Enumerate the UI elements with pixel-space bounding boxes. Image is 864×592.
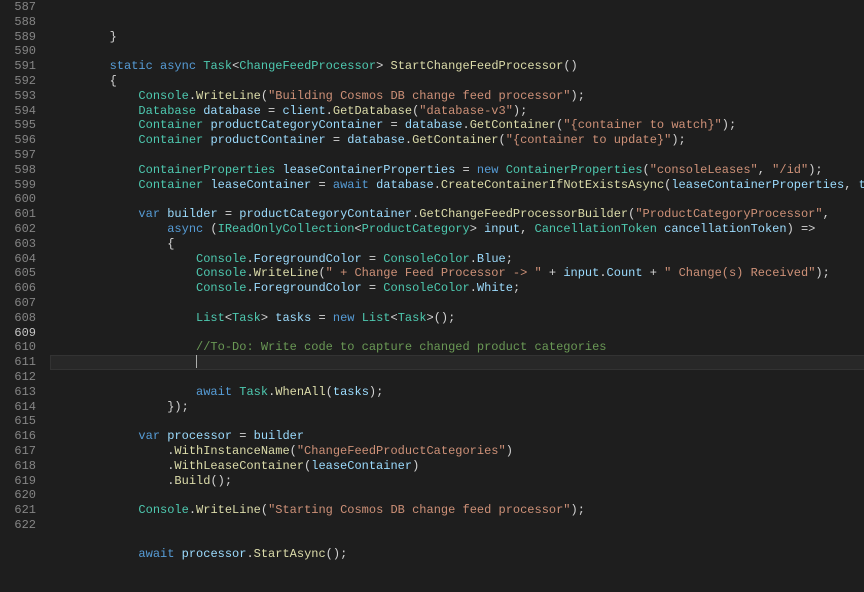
line-number: 613 [8, 385, 36, 400]
code-area[interactable]: } static async Task<ChangeFeedProcessor>… [50, 0, 864, 538]
code-line[interactable]: .WithLeaseContainer(leaseContainer) [50, 459, 864, 474]
code-line[interactable]: { [50, 74, 864, 89]
line-number: 621 [8, 503, 36, 518]
line-number: 602 [8, 222, 36, 237]
line-number: 614 [8, 400, 36, 415]
code-line[interactable]: Console.ForegroundColor = ConsoleColor.B… [50, 252, 864, 267]
line-number: 596 [8, 133, 36, 148]
code-line[interactable]: var processor = builder [50, 429, 864, 444]
code-line[interactable] [50, 533, 864, 548]
code-line[interactable] [50, 355, 864, 370]
line-number: 592 [8, 74, 36, 89]
code-line[interactable]: } [50, 30, 864, 45]
code-line[interactable]: Console.WriteLine(" + Change Feed Proces… [50, 266, 864, 281]
code-line[interactable]: .WithInstanceName("ChangeFeedProductCate… [50, 444, 864, 459]
line-number: 610 [8, 340, 36, 355]
code-line[interactable]: Container productContainer = database.Ge… [50, 133, 864, 148]
line-number: 597 [8, 148, 36, 163]
line-number: 598 [8, 163, 36, 178]
line-number: 605 [8, 266, 36, 281]
code-line[interactable] [50, 148, 864, 163]
code-line[interactable]: { [50, 237, 864, 252]
code-line[interactable]: ContainerProperties leaseContainerProper… [50, 163, 864, 178]
line-number: 599 [8, 178, 36, 193]
code-line[interactable]: await Task.WhenAll(tasks); [50, 385, 864, 400]
code-line[interactable]: await processor.StartAsync(); [50, 547, 864, 562]
line-number: 590 [8, 44, 36, 59]
code-line[interactable] [50, 370, 864, 385]
line-number: 595 [8, 118, 36, 133]
line-number: 609 [8, 326, 36, 341]
line-number: 615 [8, 414, 36, 429]
text-cursor [196, 355, 197, 368]
line-number: 608 [8, 311, 36, 326]
code-line[interactable]: .Build(); [50, 474, 864, 489]
code-line[interactable]: async (IReadOnlyCollection<ProductCatego… [50, 222, 864, 237]
line-number: 601 [8, 207, 36, 222]
code-line[interactable]: }); [50, 400, 864, 415]
code-line[interactable] [50, 488, 864, 503]
code-line[interactable]: Container productCategoryContainer = dat… [50, 118, 864, 133]
line-number: 606 [8, 281, 36, 296]
line-number: 594 [8, 104, 36, 119]
line-number: 587 [8, 0, 36, 15]
code-line[interactable] [50, 296, 864, 311]
line-number: 588 [8, 15, 36, 30]
code-line[interactable]: List<Task> tasks = new List<Task>(); [50, 311, 864, 326]
code-line[interactable] [50, 326, 864, 341]
code-line[interactable]: Database database = client.GetDatabase("… [50, 104, 864, 119]
line-number: 620 [8, 488, 36, 503]
code-line[interactable]: Container leaseContainer = await databas… [50, 178, 864, 193]
code-line[interactable] [50, 414, 864, 429]
code-line[interactable] [50, 192, 864, 207]
code-editor[interactable]: 5875885895905915925935945955965975985996… [0, 0, 864, 538]
line-number: 617 [8, 444, 36, 459]
line-number: 616 [8, 429, 36, 444]
code-line[interactable]: Console.ForegroundColor = ConsoleColor.W… [50, 281, 864, 296]
line-number: 619 [8, 474, 36, 489]
line-number: 604 [8, 252, 36, 267]
code-line[interactable]: static async Task<ChangeFeedProcessor> S… [50, 59, 864, 74]
line-number-gutter: 5875885895905915925935945955965975985996… [0, 0, 50, 538]
line-number: 603 [8, 237, 36, 252]
line-number: 607 [8, 296, 36, 311]
code-line[interactable]: Console.WriteLine("Building Cosmos DB ch… [50, 89, 864, 104]
code-line[interactable]: var builder = productCategoryContainer.G… [50, 207, 864, 222]
line-number: 600 [8, 192, 36, 207]
line-number: 593 [8, 89, 36, 104]
line-number: 589 [8, 30, 36, 45]
code-line[interactable] [50, 518, 864, 533]
code-line[interactable]: Console.WriteLine("Starting Cosmos DB ch… [50, 503, 864, 518]
line-number: 622 [8, 518, 36, 533]
line-number: 618 [8, 459, 36, 474]
line-number: 611 [8, 355, 36, 370]
line-number: 612 [8, 370, 36, 385]
code-line[interactable]: //To-Do: Write code to capture changed p… [50, 340, 864, 355]
code-line[interactable] [50, 44, 864, 59]
line-number: 591 [8, 59, 36, 74]
